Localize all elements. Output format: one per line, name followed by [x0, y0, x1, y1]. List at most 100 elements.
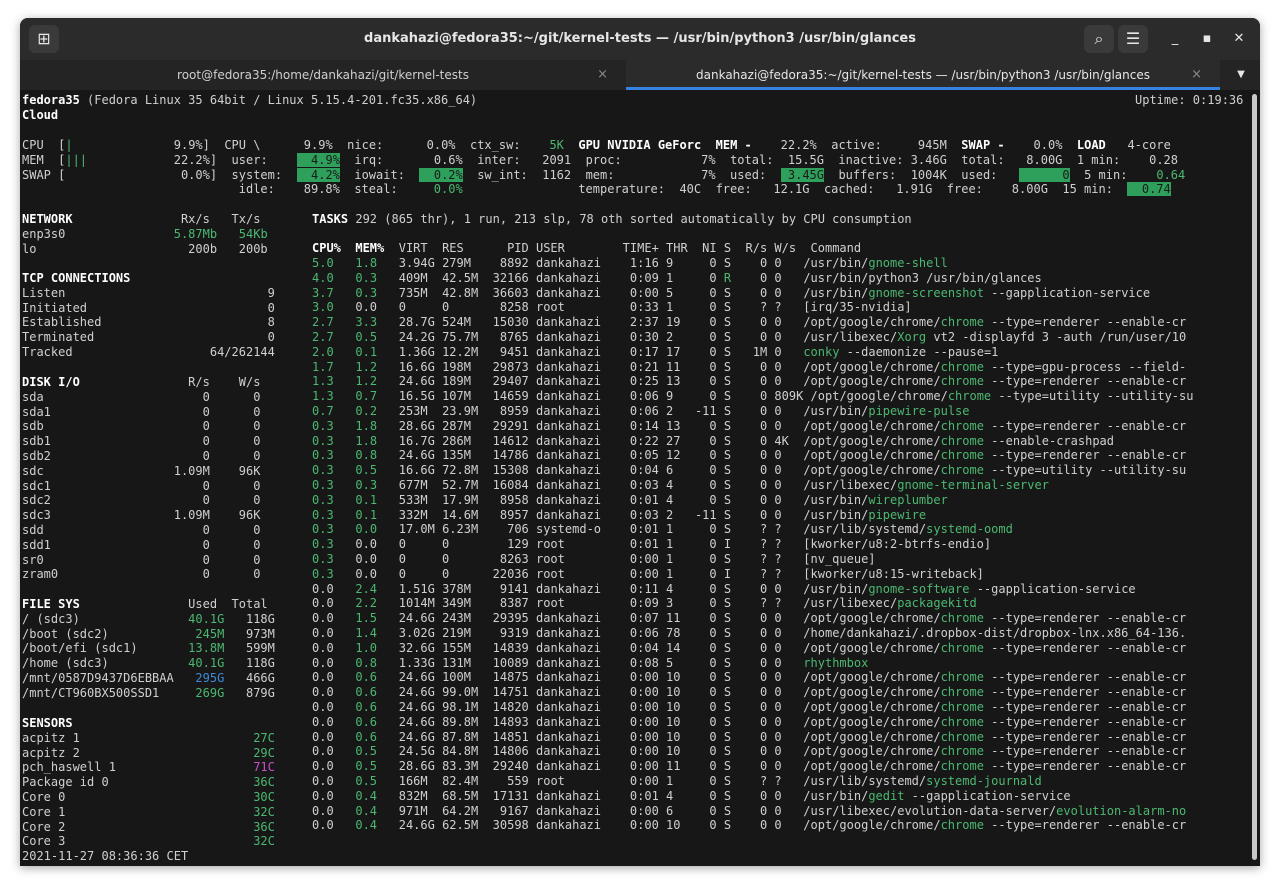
tab-label: root@fedora35:/home/dankahazi/git/kernel…: [177, 68, 469, 82]
process-row: 0.0 1.5 24.6G 243M 29395 dankahazi 0:07 …: [312, 611, 1186, 626]
text-segment: 0.6: [355, 700, 378, 714]
text-segment: 24.6G 87.8M 14851 dankahazi 0:00 10 0 S …: [377, 729, 941, 744]
text-segment: TASKS: [312, 212, 349, 226]
text-segment: vt2 -displayfd 3 -auth /run/user/10: [926, 330, 1187, 344]
text-line: /home (sdc3) 40.1G 118G: [22, 656, 275, 671]
text-segment: sda 0 0: [22, 389, 261, 404]
process-header: CPU% MEM% VIRT RES PID USER TIME+ THR NI…: [312, 241, 861, 256]
text-segment: --gapplication-service: [983, 285, 1151, 300]
text-segment: 24.5G 84.8M 14806 dankahazi 0:00 10 0 S …: [377, 744, 941, 759]
text-line: sr0 0 0: [22, 553, 260, 568]
minimize-icon[interactable]: _: [1162, 25, 1188, 53]
text-segment: --type=renderer --enable-cr: [983, 374, 1187, 389]
text-segment: --type=renderer --enable-cr: [983, 611, 1187, 626]
text-segment: VIRT RES PID USER TIME+ THR NI S R/s W/s…: [384, 241, 862, 255]
text-line: Initiated 0: [22, 301, 275, 316]
text-segment: 9.9% nice: 0.0% ctx_sw:: [260, 138, 550, 152]
text-segment: 4.9%: [296, 152, 340, 167]
text-segment: 0.3: [312, 522, 334, 537]
text-segment: 1.51G 378M 9141 dankahazi 0:11 4 0 S 0 0…: [377, 581, 869, 596]
text-line: pch_haswell 1 71C: [22, 760, 275, 775]
text-segment: SENSORS: [22, 716, 73, 730]
text-segment: 0.5: [355, 330, 378, 344]
process-row: 0.3 0.8 24.6G 135M 14786 dankahazi 0:05 …: [312, 448, 1186, 463]
process-row: 0.0 1.0 32.6G 155M 14839 dankahazi 0:04 …: [312, 641, 1186, 656]
text-segment: --type=renderer --enable-cr: [983, 818, 1187, 833]
text-segment: 0.0: [312, 700, 356, 714]
text-segment: 32.6G 155M 14839 dankahazi 0:04 14 0 S 0…: [377, 640, 941, 655]
process-row: 0.0 0.5 28.6G 83.3M 29240 dankahazi 0:00…: [312, 759, 1186, 774]
text-segment: [334, 419, 356, 433]
text-segment: chrome: [940, 640, 984, 655]
text-segment: Terminated 0: [22, 330, 275, 345]
text-segment: Initiated 0: [22, 300, 275, 315]
text-segment: 0.7: [355, 389, 378, 404]
text-segment: 832M 68.5M 17131 dankahazi 0:01 4 0 S 0 …: [377, 788, 869, 803]
text-segment: --type=renderer --enable-cr: [983, 729, 1187, 744]
terminal-content[interactable]: fedora35 (Fedora Linux 35 64bit / Linux …: [20, 90, 1260, 866]
text-segment: 118G: [224, 611, 275, 626]
process-row: 2.7 0.5 24.2G 75.7M 8765 dankahazi 0:30 …: [312, 330, 1186, 345]
text-segment: chrome: [940, 700, 984, 714]
text-segment: 253M 23.9M 8959 dankahazi 0:06 2 -11 S 0…: [377, 404, 869, 418]
text-segment: 466G: [224, 671, 275, 685]
text-segment: [334, 256, 356, 270]
text-segment: 16.7G 286M 14612 dankahazi 0:22 27 0 S 0…: [377, 433, 941, 448]
tab-dropdown-icon[interactable]: ▼: [1226, 60, 1256, 90]
text-segment: 2.4: [355, 581, 378, 596]
text-segment: 0.0: [312, 759, 356, 774]
process-row: 0.3 0.0 0 0 129 root 0:01 1 0 I ? ? [kwo…: [312, 537, 991, 552]
text-segment: lo 200b 200b: [22, 241, 268, 256]
text-segment: 0.0: [312, 774, 356, 788]
text-segment: wireplumber: [868, 492, 948, 507]
text-segment: systemd-oomd: [926, 522, 1013, 537]
text-segment: TCP CONNECTIONS: [22, 271, 131, 285]
text-segment: 0.1: [355, 344, 378, 359]
text-segment: 0.0: [312, 803, 356, 818]
text-segment: sdb2 0 0: [22, 449, 261, 463]
text-segment: 0.0 0 0 22036 root 0:00 1 0 I ? ? [kwork…: [333, 566, 984, 581]
text-segment: sdc 1.09M 96K: [22, 463, 261, 478]
text-line: sdc 1.09M 96K: [22, 464, 260, 479]
text-segment: 3.7: [312, 285, 334, 300]
text-segment: 1.7: [312, 359, 334, 374]
text-segment: 0.74: [1127, 182, 1171, 197]
search-icon[interactable]: ⌕: [1084, 25, 1114, 53]
text-segment: 71C: [253, 760, 275, 775]
tab-close-icon[interactable]: ×: [1191, 60, 1202, 90]
text-segment: CPU [: [22, 138, 66, 152]
text-segment: 1.0: [355, 640, 378, 655]
text-segment: 0.0: [312, 685, 356, 700]
text-segment: chrome: [940, 315, 984, 330]
text-segment: /boot (sdc2): [22, 626, 196, 641]
text-line: MEM [||| 22.2%] user: 4.9% irq: 0.6% int…: [22, 152, 1178, 168]
text-segment: --type=renderer --enable-cr: [983, 759, 1187, 774]
text-segment: 40.1G: [188, 611, 225, 626]
tab-bar: root@fedora35:/home/dankahazi/git/kernel…: [20, 60, 1260, 90]
text-segment: 24.6G 189M 29407 dankahazi 0:25 13 0 S 0…: [377, 374, 941, 389]
text-line: Established 8: [22, 315, 275, 330]
text-segment: 1.4: [355, 626, 378, 640]
text-line: sda 0 0: [22, 390, 260, 405]
text-segment: 24.6G 100M 14875 dankahazi 0:00 10 0 S 0…: [377, 670, 941, 685]
tab-close-icon[interactable]: ×: [597, 60, 608, 90]
text-segment: [334, 434, 356, 448]
maximize-icon[interactable]: ▪: [1194, 25, 1220, 53]
tab-glances[interactable]: dankahazi@fedora35:~/git/kernel-tests — …: [626, 60, 1220, 90]
text-segment: 1.3: [312, 389, 334, 404]
text-segment: 4-core: [1105, 138, 1171, 152]
text-line: Core 0 30C: [22, 790, 275, 805]
close-icon[interactable]: ✕: [1226, 25, 1252, 53]
tab-root-shell[interactable]: root@fedora35:/home/dankahazi/git/kernel…: [20, 60, 626, 90]
text-segment: 16.5G 107M 14659 dankahazi 0:06 9 0 S 0 …: [377, 389, 948, 404]
scrollbar[interactable]: [1252, 94, 1257, 860]
text-segment: [334, 345, 356, 359]
text-segment: 28.6G 83.3M 29240 dankahazi 0:00 11 0 S …: [377, 759, 941, 774]
process-row: 0.3 0.3 677M 52.7M 16084 dankahazi 0:03 …: [312, 478, 1049, 493]
menu-icon[interactable]: ☰: [1118, 25, 1148, 53]
process-row: 1.3 0.7 16.5G 107M 14659 dankahazi 0:06 …: [312, 389, 1193, 404]
process-row: 0.0 0.6 24.6G 87.8M 14851 dankahazi 0:00…: [312, 730, 1186, 745]
text-segment: 0.3: [355, 478, 378, 492]
text-line: enp3s0 5.87Mb 54Kb: [22, 227, 268, 242]
text-segment: Package id 0: [22, 775, 254, 790]
